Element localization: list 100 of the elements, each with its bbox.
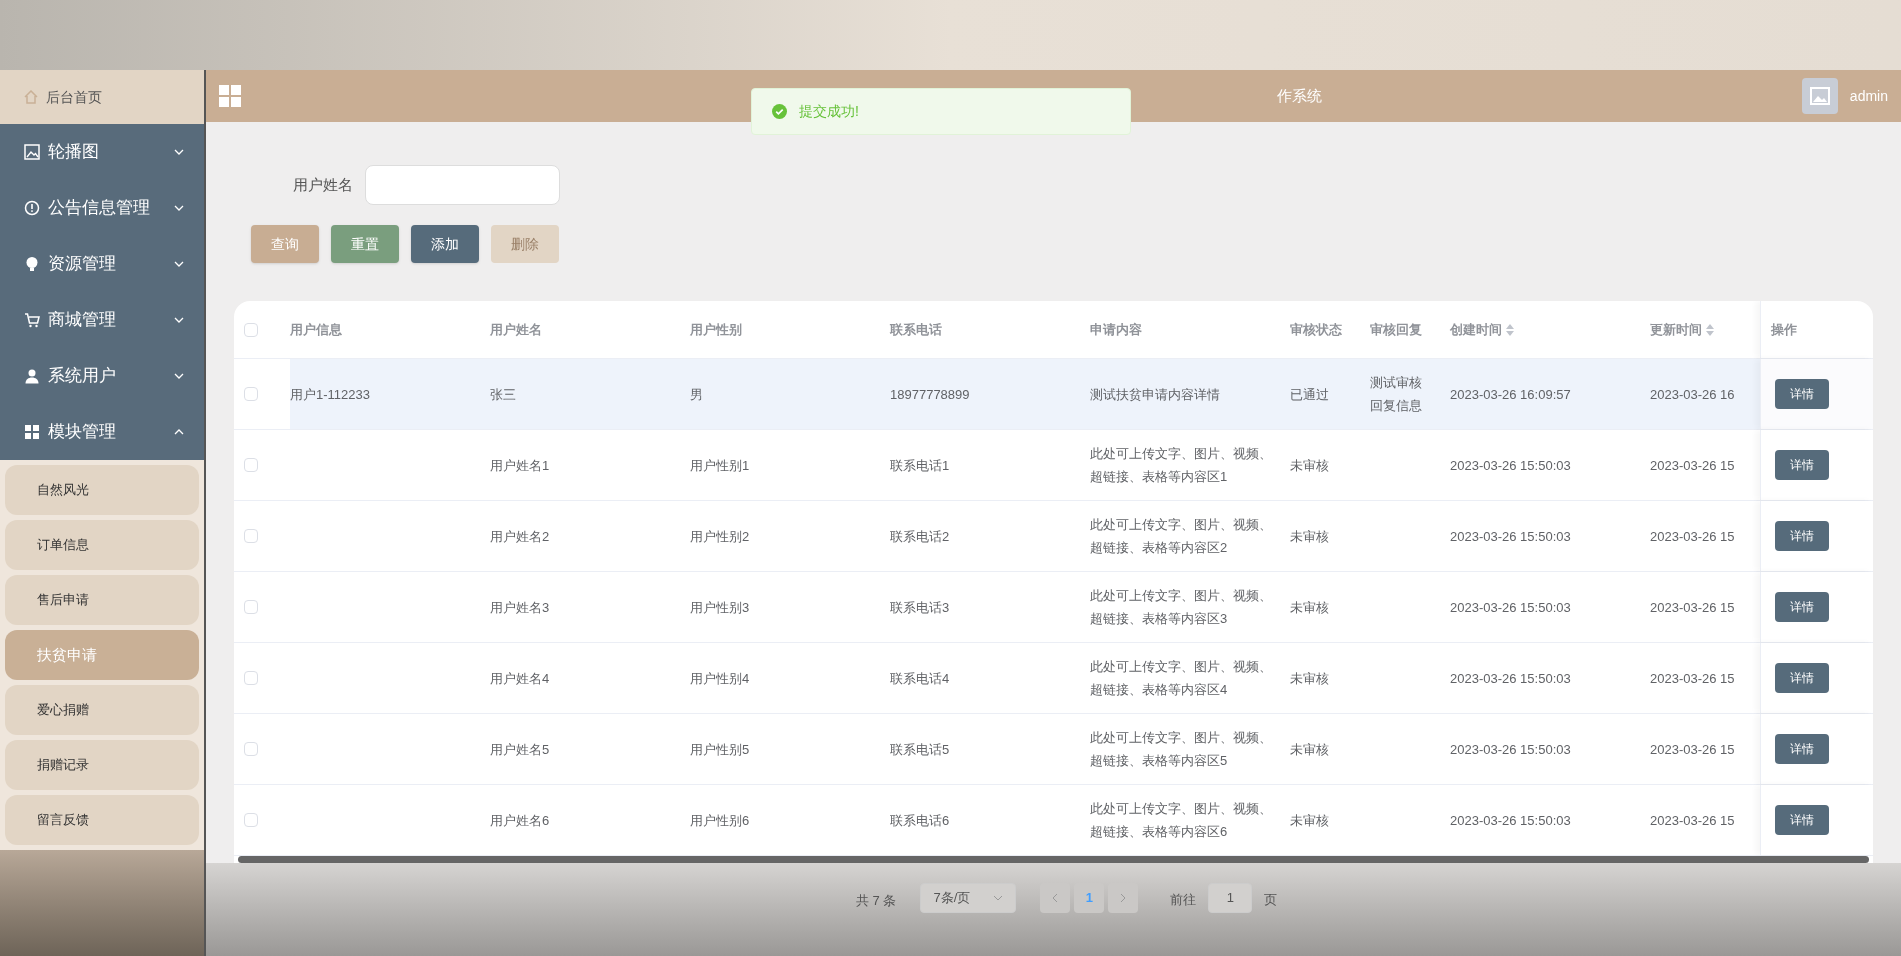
table-cell: 未审核: [1290, 741, 1329, 757]
cart-icon: [24, 312, 40, 328]
row-checkbox[interactable]: [244, 813, 258, 827]
details-button[interactable]: 详情: [1775, 379, 1829, 409]
chevron-down-icon: [993, 895, 1004, 901]
goto-label: 前往: [1170, 891, 1197, 909]
row-checkbox[interactable]: [244, 600, 258, 614]
table-cell-text: 此处可上传文字、图片、视频、超链接、表格等内容区1: [1090, 445, 1273, 486]
menu-item[interactable]: 轮播图: [0, 124, 204, 180]
table-cell: 联系电话5: [890, 741, 950, 757]
scrollbar[interactable]: [238, 856, 1869, 863]
grid-icon: [24, 424, 40, 440]
home-link[interactable]: 后台首页: [46, 86, 102, 108]
menu-item[interactable]: 模块管理: [0, 404, 204, 460]
submenu-item[interactable]: 自然风光: [5, 465, 199, 515]
row-checkbox[interactable]: [244, 529, 258, 543]
table-cell-text: 此处可上传文字、图片、视频、超链接、表格等内容区6: [1090, 800, 1273, 841]
table-cell: 用户姓名4: [490, 670, 550, 686]
table-cell: 未审核: [1290, 812, 1329, 828]
prev-page-button[interactable]: [1040, 883, 1071, 913]
details-button[interactable]: 详情: [1775, 592, 1829, 622]
table-cell: 18977778899: [890, 386, 970, 402]
table-cell: 用户姓名3: [490, 599, 550, 615]
chevron-right-icon: [1120, 893, 1127, 903]
chevron-down-icon: [174, 205, 184, 211]
table-cell: 2023-03-26 15:50:03: [1450, 812, 1571, 828]
grid-icon[interactable]: [219, 85, 241, 107]
column-header: 审核状态: [1290, 320, 1342, 339]
table-cell: 2023-03-26 16:09:57: [1450, 386, 1571, 402]
table-cell: 2023-03-26 15:50:03: [1450, 599, 1571, 615]
submenu-item[interactable]: 售后申请: [5, 575, 199, 625]
table-cell: 联系电话2: [890, 528, 950, 544]
table-row[interactable]: 用户姓名5 用户性别5 联系电话5 此处可上传文字、图片、视频、超链接、表格等内容区5 未审核 2023-03-26 15:50:03 2023-03-26 15 详情: [234, 714, 1873, 785]
menu-item[interactable]: 系统用户: [0, 348, 204, 404]
submenu-item[interactable]: 捐赠记录: [5, 740, 199, 790]
info-icon: [24, 200, 40, 216]
submenu-item[interactable]: 爱心捐赠: [5, 685, 199, 735]
table-cell: 2023-03-26 15: [1650, 528, 1735, 544]
table-cell: 2023-03-26 15: [1650, 812, 1735, 828]
sort-icon[interactable]: [1706, 323, 1714, 336]
goto-suffix: 页: [1264, 891, 1278, 909]
table-row[interactable]: 用户姓名1 用户性别1 联系电话1 此处可上传文字、图片、视频、超链接、表格等内容区1 未审核 2023-03-26 15:50:03 2023-03-26 15 详情: [234, 430, 1873, 501]
row-checkbox[interactable]: [244, 387, 258, 401]
table-row[interactable]: 用户姓名4 用户性别4 联系电话4 此处可上传文字、图片、视频、超链接、表格等内容区4 未审核 2023-03-26 15:50:03 2023-03-26 15 详情: [234, 643, 1873, 714]
table-cell: 2023-03-26 15: [1650, 457, 1735, 473]
select-all-checkbox[interactable]: [244, 322, 258, 337]
column-header[interactable]: 更新时间: [1650, 319, 1714, 340]
home-icon: [24, 90, 38, 104]
table-cell: 未审核: [1290, 457, 1329, 473]
next-page-button[interactable]: [1108, 883, 1139, 913]
submenu-item[interactable]: 留言反馈: [5, 795, 199, 845]
user-icon: [24, 368, 40, 384]
table-cell: 用户性别2: [690, 528, 750, 544]
sort-icon[interactable]: [1506, 323, 1514, 336]
column-header[interactable]: 创建时间: [1450, 319, 1514, 340]
table-cell: 用户姓名1: [490, 457, 550, 473]
avatar[interactable]: [1801, 78, 1838, 114]
column-header: 用户姓名: [490, 320, 542, 339]
table-row[interactable]: 用户姓名2 用户性别2 联系电话2 此处可上传文字、图片、视频、超链接、表格等内容区2 未审核 2023-03-26 15:50:03 2023-03-26 15 详情: [234, 501, 1873, 572]
details-button[interactable]: 详情: [1775, 805, 1829, 835]
goto-page-field[interactable]: 1: [1208, 883, 1253, 913]
table-row[interactable]: 用户姓名3 用户性别3 联系电话3 此处可上传文字、图片、视频、超链接、表格等内容区3 未审核 2023-03-26 15:50:03 2023-03-26 15 详情: [234, 572, 1873, 643]
details-button[interactable]: 详情: [1775, 450, 1829, 480]
table-cell-text: 此处可上传文字、图片、视频、超链接、表格等内容区2: [1090, 516, 1273, 557]
table-cell: 未审核: [1290, 670, 1329, 686]
table-cell: 用户姓名6: [490, 812, 550, 828]
table-cell-text: 此处可上传文字、图片、视频、超链接、表格等内容区5: [1090, 729, 1273, 770]
details-button[interactable]: 详情: [1775, 521, 1829, 551]
table-row[interactable]: 用户姓名6 用户性别6 联系电话6 此处可上传文字、图片、视频、超链接、表格等内容区6 未审核 2023-03-26 15:50:03 2023-03-26 15 详情: [234, 785, 1873, 856]
row-checkbox[interactable]: [244, 742, 258, 756]
page-size-select[interactable]: 7条/页: [920, 883, 1017, 913]
menu-item[interactable]: 资源管理: [0, 236, 204, 292]
search-field[interactable]: [365, 165, 560, 205]
total-count: 共 7 条: [856, 892, 897, 910]
table-cell-text: 此处可上传文字、图片、视频、超链接、表格等内容区3: [1090, 587, 1273, 628]
table-cell: 联系电话1: [890, 457, 950, 473]
menu-item[interactable]: 公告信息管理: [0, 180, 204, 236]
table-cell: 2023-03-26 15:50:03: [1450, 670, 1571, 686]
table-cell: 未审核: [1290, 599, 1329, 615]
reset-button[interactable]: 重置: [331, 225, 399, 263]
details-button[interactable]: 详情: [1775, 663, 1829, 693]
table-cell: 用户性别1: [690, 457, 750, 473]
table-cell: 男: [690, 386, 703, 402]
table-cell: 联系电话4: [890, 670, 950, 686]
chevron-down-icon: [174, 261, 184, 267]
row-checkbox[interactable]: [244, 458, 258, 472]
bulb-icon: [24, 256, 40, 272]
table-cell-text: 测试审核回复信息: [1370, 374, 1423, 415]
table-cell: 2023-03-26 15: [1650, 741, 1735, 757]
menu-item[interactable]: 商城管理: [0, 292, 204, 348]
table-cell: 2023-03-26 15:50:03: [1450, 741, 1571, 757]
table-cell: 用户姓名2: [490, 528, 550, 544]
chevron-down-icon: [174, 149, 184, 155]
table-cell: 联系电话3: [890, 599, 950, 615]
table-cell: 2023-03-26 15: [1650, 670, 1735, 686]
add-button[interactable]: 添加: [411, 225, 479, 263]
submenu-item[interactable]: 订单信息: [5, 520, 199, 570]
table-row[interactable]: 用户1-112233 张三 男 18977778899 测试扶贫申请内容详情 已通过 测试审核回复信息 2023-03-26 16:09:57 2023-03-26 16 详情: [234, 359, 1873, 430]
details-button[interactable]: 详情: [1775, 734, 1829, 764]
row-checkbox[interactable]: [244, 671, 258, 685]
